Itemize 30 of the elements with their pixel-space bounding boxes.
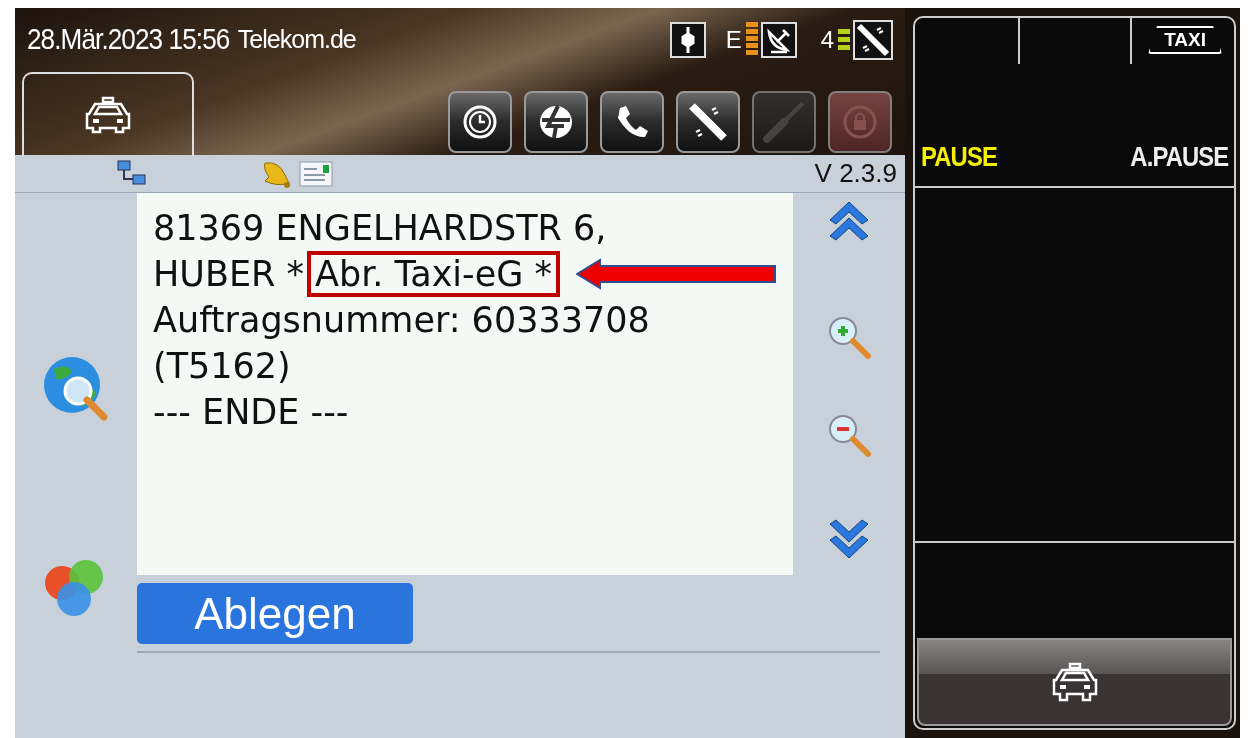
taxi-icon — [83, 95, 133, 134]
satellite-count: 4 — [820, 25, 834, 55]
provider-name: Telekom.de — [237, 24, 356, 56]
message-line: --- ENDE --- — [153, 390, 349, 434]
message-line: (T5162) — [153, 344, 291, 388]
satellite-dish-icon — [760, 22, 797, 58]
timer-button[interactable] — [448, 91, 512, 153]
version-label: V 2.3.9 — [814, 157, 897, 190]
taxi-button[interactable] — [917, 638, 1232, 726]
connection-icon — [669, 22, 706, 58]
highlighted-text: Abr. Taxi-eG * — [307, 251, 560, 297]
signal-bars-icon — [838, 29, 850, 51]
satellite-icon — [853, 20, 893, 60]
screwdriver-icon — [762, 100, 806, 144]
taxi-sign: TAXI — [1148, 26, 1222, 54]
signal-bars-icon — [745, 22, 758, 58]
mode-label[interactable]: A.PAUSE — [1129, 136, 1228, 178]
message-line: 81369 ENGELHARDSTR 6, — [153, 206, 607, 250]
mode-label[interactable]: PAUSE — [921, 136, 997, 178]
message-line: HUBER * — [153, 252, 304, 296]
envelope-icon — [299, 160, 333, 187]
date-time: 28.Mär.2023 15:56 — [27, 22, 230, 58]
zoom-in-icon[interactable] — [826, 314, 872, 360]
ablegen-button[interactable]: Ablegen — [137, 583, 413, 644]
logo-button[interactable] — [524, 91, 588, 153]
satellite-button[interactable] — [676, 91, 740, 153]
message-line: Auftragsnummer: 60333708 — [153, 298, 650, 342]
zoom-out-icon[interactable] — [826, 412, 872, 458]
phone-button[interactable] — [600, 91, 664, 153]
network-label: E — [725, 25, 742, 55]
